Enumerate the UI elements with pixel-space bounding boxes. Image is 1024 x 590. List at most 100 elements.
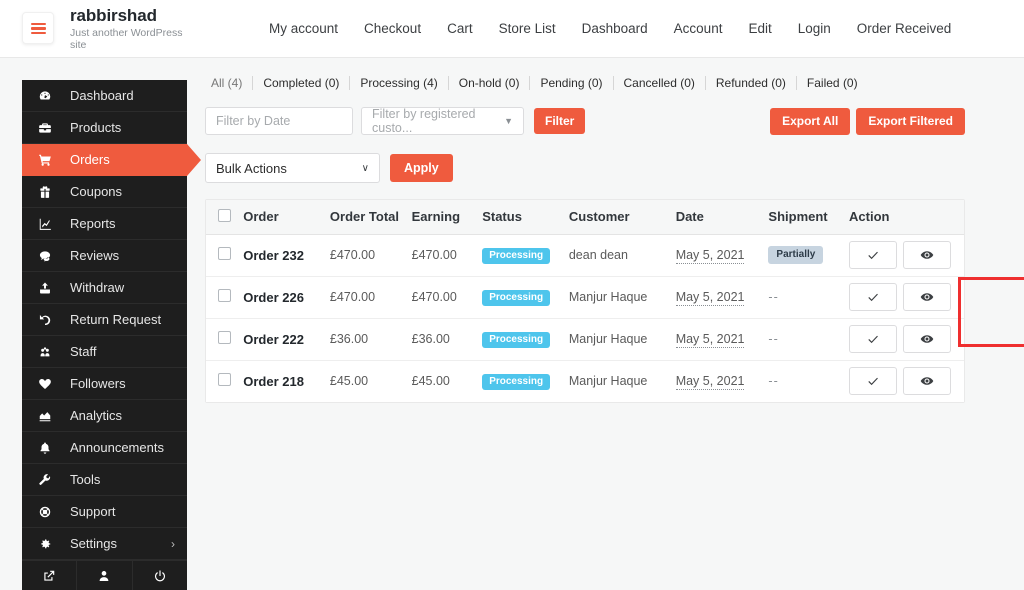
user-icon[interactable] [77,561,133,590]
bulk-actions-value: Bulk Actions [216,160,287,176]
sidebar-item-label: Announcements [70,440,164,455]
eye-action-button[interactable] [903,325,952,353]
sidebar-item-tools[interactable]: Tools [22,464,187,496]
apply-button[interactable]: Apply [390,154,453,182]
shipment-empty: -- [768,290,779,304]
nav-link-login[interactable]: Login [785,15,844,42]
power-icon[interactable] [133,561,187,590]
nav-link-cart[interactable]: Cart [434,15,486,42]
row-checkbox[interactable] [218,247,231,260]
row-select-cell[interactable] [206,360,238,402]
sidebar-item-label: Orders [70,152,110,167]
external-link-icon[interactable] [22,561,78,590]
site-tagline: Just another WordPress site [70,27,183,52]
row-select-cell[interactable] [206,276,238,319]
cell-order[interactable]: Order 232 [237,234,324,277]
sidebar-item-reviews[interactable]: Reviews [22,240,187,272]
cell-customer: dean dean [562,234,670,277]
sidebar-item-reports[interactable]: Reports [22,208,187,240]
cell-action [843,276,964,319]
sidebar-item-label: Analytics [70,408,123,423]
row-select-cell[interactable] [206,318,238,361]
status-tab-all[interactable]: All (4) [211,76,254,90]
undo-icon [38,313,60,327]
sidebar-item-products[interactable]: Products [22,112,187,144]
row-checkbox[interactable] [218,331,231,344]
export-all-button[interactable]: Export All [770,107,851,135]
status-tab-pending[interactable]: Pending (0) [530,76,614,90]
export-filtered-button[interactable]: Export Filtered [856,107,965,135]
status-tab-cancelled[interactable]: Cancelled (0) [614,76,706,90]
status-tab-on-hold[interactable]: On-hold (0) [449,76,531,90]
bulk-actions-select[interactable]: Bulk Actions ∨ [205,153,380,183]
sidebar-item-staff[interactable]: Staff [22,336,187,368]
cell-customer: Manjur Haque [562,360,670,402]
check-action-button[interactable] [849,241,898,269]
cell-order[interactable]: Order 226 [237,276,324,319]
customer-filter-select[interactable]: Filter by registered custo... ▼ [361,107,524,135]
gear-icon [38,537,60,551]
sidebar-item-label: Tools [70,472,101,487]
select-all-checkbox-box[interactable] [218,208,231,222]
nav-link-order-received[interactable]: Order Received [844,15,965,42]
nav-link-account[interactable]: Account [661,15,736,42]
shipment-empty: -- [768,332,779,346]
heart-icon [38,377,60,391]
cell-order-total: £36.00 [323,318,406,361]
column-header-date: Date [669,200,763,235]
cell-customer: Manjur Haque [562,276,670,319]
eye-action-button[interactable] [903,283,952,311]
cell-order[interactable]: Order 218 [237,360,324,402]
shipment-column-highlight [958,277,1024,347]
nav-link-dashboard[interactable]: Dashboard [569,15,661,42]
primary-nav: My account Checkout Cart Store List Dashboar… [256,15,964,42]
gift-icon [38,185,60,199]
cell-earning: £470.00 [405,234,477,277]
row-select-cell[interactable] [206,234,238,277]
nav-link-my-account[interactable]: My account [256,15,351,42]
select-all-checkbox[interactable] [206,200,238,235]
cell-earning: £45.00 [405,360,477,402]
table-row: Order 232 £470.00 £470.00 Processing dean de… [206,234,964,277]
users-icon [38,345,60,359]
sidebar-item-settings[interactable]: Settings › [22,528,187,560]
date-filter-input[interactable]: Filter by Date [205,107,353,135]
status-badge: Processing [482,373,551,390]
check-action-button[interactable] [849,367,898,396]
wrench-icon [38,473,60,487]
sidebar-item-dashboard[interactable]: Dashboard [22,80,187,112]
eye-action-button[interactable] [903,241,952,269]
nav-link-checkout[interactable]: Checkout [351,15,434,42]
order-date: May 5, 2021 [675,374,745,391]
status-badge: Processing [482,331,551,348]
sidebar-item-orders[interactable]: Orders [22,144,201,176]
status-tab-processing[interactable]: Processing (4) [350,76,449,90]
nav-link-store-list[interactable]: Store List [486,15,569,42]
row-checkbox[interactable] [218,289,231,302]
sidebar-item-label: Followers [70,376,126,391]
order-date: May 5, 2021 [675,248,745,264]
sidebar-item-announcements[interactable]: Announcements [22,432,187,464]
sidebar-item-followers[interactable]: Followers [22,368,187,400]
column-header-earning: Earning [405,200,477,235]
sidebar-item-withdraw[interactable]: Withdraw [22,272,187,304]
sidebar-item-coupons[interactable]: Coupons [22,176,187,208]
cell-shipment: Partially [762,234,844,277]
check-action-button[interactable] [849,325,898,353]
cell-order[interactable]: Order 222 [237,318,324,361]
sidebar-item-analytics[interactable]: Analytics [22,400,187,432]
eye-action-button[interactable] [903,367,952,396]
hamburger-icon[interactable] [22,12,54,45]
status-tab-refunded[interactable]: Refunded (0) [706,76,797,90]
site-title: rabbirshad [70,5,157,25]
check-action-button[interactable] [849,283,898,311]
status-tab-failed[interactable]: Failed (0) [797,76,868,90]
sidebar-item-label: Staff [70,344,97,359]
sidebar-item-support[interactable]: Support [22,496,187,528]
comment-icon [38,249,60,263]
filter-button[interactable]: Filter [534,108,586,134]
sidebar-item-return-request[interactable]: Return Request [22,304,187,336]
status-tab-completed[interactable]: Completed (0) [253,76,351,90]
row-checkbox[interactable] [218,373,231,387]
nav-link-edit[interactable]: Edit [735,15,784,42]
